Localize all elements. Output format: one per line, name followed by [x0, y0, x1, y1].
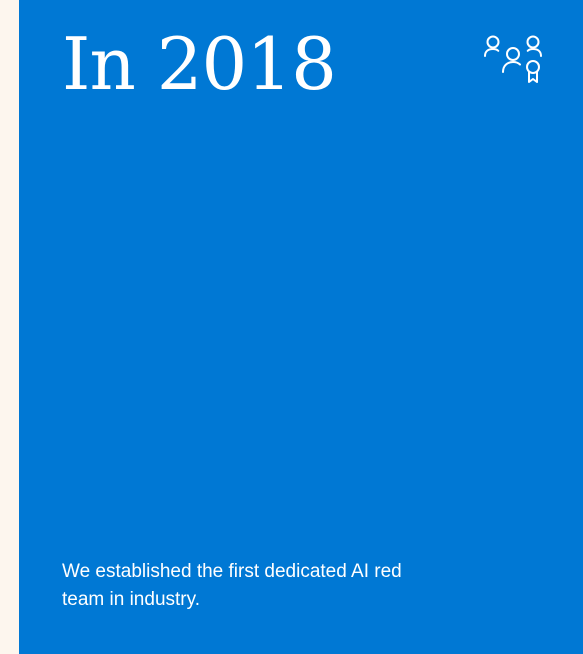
card-body-text: We established the first dedicated AI re… [62, 561, 402, 610]
people-award-icon [484, 35, 542, 83]
page: In 2018 We established the first dedicat… [0, 0, 583, 654]
card-headline: In 2018 [62, 22, 337, 106]
milestone-card: In 2018 We established the first dedicat… [19, 0, 583, 654]
